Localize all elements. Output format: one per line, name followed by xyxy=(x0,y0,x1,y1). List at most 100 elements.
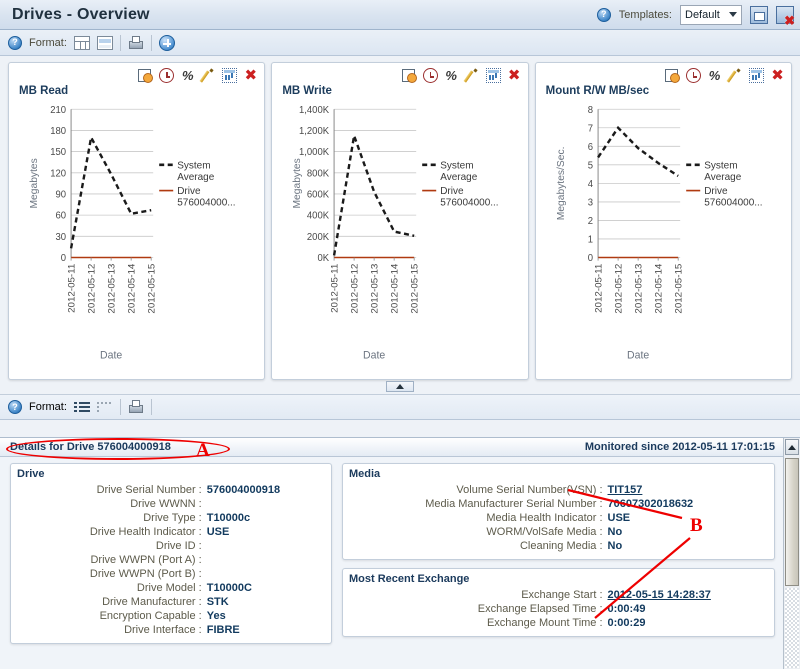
property-label: Exchange Elapsed Time : xyxy=(477,603,603,615)
property-row: WORM/VolSafe Media : No xyxy=(349,525,766,539)
delete-template-icon[interactable] xyxy=(776,5,795,27)
table-format-icon[interactable] xyxy=(73,35,90,50)
schedule-report-icon[interactable] xyxy=(138,68,154,83)
chart-plot-area: 0 1 2 3 4 5 6 7 8 Megabytes/Sec. 2012-05-11 2012-05… xyxy=(536,101,791,379)
property-value-link[interactable]: TIT157 xyxy=(608,484,643,496)
scrollbar-track[interactable] xyxy=(785,588,799,668)
help-icon[interactable]: ? xyxy=(8,35,22,50)
scrollbar-thumb[interactable] xyxy=(785,458,799,586)
svg-text:576004000...: 576004000... xyxy=(704,197,762,208)
add-graph-icon[interactable] xyxy=(158,34,175,51)
print-icon[interactable] xyxy=(128,35,144,50)
export-graph-icon[interactable] xyxy=(748,68,764,83)
drive-group-title: Drive xyxy=(17,468,45,480)
annotation-label-b: B xyxy=(690,515,703,536)
schedule-report-icon[interactable] xyxy=(664,68,680,83)
exchange-properties-table: Exchange Start :2012-05-15 14:28:37 Excha… xyxy=(349,588,766,630)
property-label: Drive WWPN (Port A) : xyxy=(90,554,202,566)
svg-text:576004000...: 576004000... xyxy=(177,197,235,208)
edit-icon[interactable] xyxy=(728,68,743,83)
percent-icon[interactable]: % xyxy=(444,68,459,83)
chart-plot-area: 0 30 60 90 120 150 180 210 Megabytes 2012-05-11 20… xyxy=(9,101,264,379)
svg-text:6: 6 xyxy=(587,142,592,153)
property-label: Volume Serial Number(VSN) : xyxy=(456,484,603,496)
svg-text:210: 210 xyxy=(50,105,66,116)
chart-title: MB Write xyxy=(282,85,332,97)
edit-icon[interactable] xyxy=(465,68,480,83)
svg-text:Drive: Drive xyxy=(177,186,201,197)
property-row: Media Manufacturer Serial Number : 706073… xyxy=(349,497,766,511)
media-group: Media Volume Serial Number(VSN) : TIT157 M… xyxy=(342,463,775,560)
svg-text:2012-05-15: 2012-05-15 xyxy=(147,264,158,314)
property-value[interactable]: TIT157 xyxy=(608,483,766,497)
schedule-report-icon[interactable] xyxy=(401,68,417,83)
property-row: Drive WWPN (Port A) : xyxy=(17,553,323,567)
export-graph-icon[interactable] xyxy=(222,68,238,83)
print-icon[interactable] xyxy=(128,400,144,414)
property-row: Drive Serial Number : 576004000918 xyxy=(17,483,323,497)
scroll-up-button[interactable] xyxy=(785,439,799,455)
collapse-bar xyxy=(0,380,800,394)
save-template-icon[interactable] xyxy=(750,5,768,24)
time-range-icon[interactable] xyxy=(685,68,701,83)
close-icon[interactable]: ✖ xyxy=(243,68,258,83)
property-label: Drive WWNN : xyxy=(130,498,202,510)
drive-properties-table: Drive Serial Number : 576004000918 Drive W… xyxy=(17,483,323,637)
close-icon[interactable]: ✖ xyxy=(770,68,785,83)
exchange-group: Most Recent Exchange Exchange Start : 201… xyxy=(342,568,775,637)
drive-group: Drive Drive Serial Number :576004000918 D… xyxy=(10,463,332,644)
collapse-panel-button[interactable] xyxy=(386,381,414,392)
list-format-icon[interactable] xyxy=(73,400,90,414)
property-value: 0:00:49 xyxy=(607,603,646,615)
chart-card-mb-write: % ✖ MB Write 0K 200K 400K 600K 800K 1,000K 1,2… xyxy=(271,62,529,380)
close-icon[interactable]: ✖ xyxy=(507,68,522,83)
svg-text:8: 8 xyxy=(587,105,592,116)
percent-icon[interactable]: % xyxy=(707,68,722,83)
svg-text:Megabytes: Megabytes xyxy=(29,158,40,208)
property-row: Drive Type : T10000c xyxy=(17,511,323,525)
exchange-group-title: Most Recent Exchange xyxy=(349,573,470,585)
help-icon[interactable]: ? xyxy=(596,7,611,22)
property-row: Drive Interface : FIBRE xyxy=(17,623,323,637)
property-value-link[interactable]: 2012-05-15 14:28:37 xyxy=(608,589,711,601)
property-value: 576004000918 xyxy=(206,484,281,496)
page-title: Drives - Overview xyxy=(12,5,150,23)
export-graph-icon[interactable] xyxy=(485,68,501,83)
details-vertical-scrollbar[interactable] xyxy=(783,438,800,669)
property-row: Exchange Mount Time : 0:00:29 xyxy=(349,616,766,630)
pane-format-icon[interactable] xyxy=(96,35,113,50)
svg-text:400K: 400K xyxy=(307,211,330,222)
svg-text:2012-05-12: 2012-05-12 xyxy=(87,264,98,314)
svg-text:Average: Average xyxy=(704,172,741,183)
svg-text:800K: 800K xyxy=(307,168,330,179)
time-range-icon[interactable] xyxy=(422,68,438,83)
details-format-toolbar: ? Format: xyxy=(0,394,800,420)
property-row: Drive Health Indicator : USE xyxy=(17,525,323,539)
toolbar-divider xyxy=(150,34,152,51)
property-row: Volume Serial Number(VSN) : TIT157 xyxy=(349,483,766,497)
chevron-up-icon xyxy=(396,384,404,389)
property-row: Media Health Indicator : USE xyxy=(349,511,766,525)
svg-text:0: 0 xyxy=(61,253,66,264)
svg-text:2012-05-13: 2012-05-13 xyxy=(370,264,381,314)
svg-text:0: 0 xyxy=(587,253,592,264)
property-row: Drive WWNN : xyxy=(17,497,323,511)
time-range-icon[interactable] xyxy=(159,68,175,83)
svg-text:200K: 200K xyxy=(307,232,330,243)
sparse-list-format-icon[interactable] xyxy=(96,400,113,414)
svg-text:7: 7 xyxy=(587,123,592,134)
property-label: Drive ID : xyxy=(155,540,202,552)
graph-format-toolbar: ? Format: xyxy=(0,30,800,56)
svg-text:Average: Average xyxy=(177,172,214,183)
chevron-down-icon xyxy=(729,12,737,17)
svg-text:2012-05-13: 2012-05-13 xyxy=(633,264,644,314)
help-icon[interactable]: ? xyxy=(8,400,22,414)
media-group-title: Media xyxy=(349,468,381,480)
property-value: 70607302018632 xyxy=(607,498,694,510)
edit-icon[interactable] xyxy=(201,68,216,83)
template-select[interactable]: Default xyxy=(680,4,742,25)
property-value: FIBRE xyxy=(206,624,240,636)
media-properties-table: Volume Serial Number(VSN) : TIT157 Media M… xyxy=(349,483,766,553)
percent-icon[interactable]: % xyxy=(180,68,195,83)
property-value[interactable]: 2012-05-15 14:28:37 xyxy=(608,588,766,602)
